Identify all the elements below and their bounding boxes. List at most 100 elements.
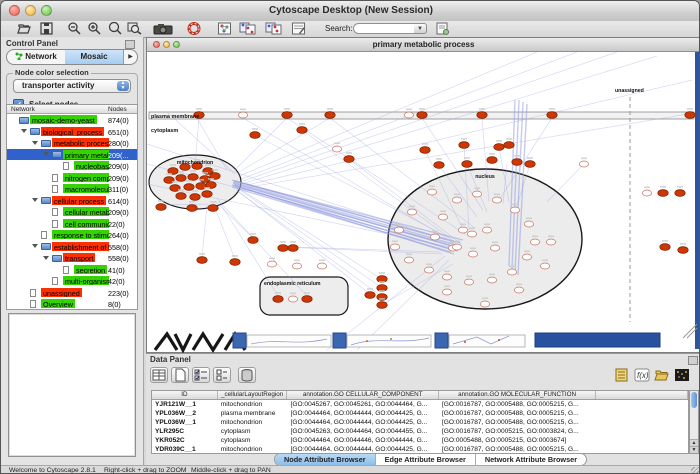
node[interactable] <box>417 112 427 119</box>
table-row[interactable]: YJR121W__1mitochondrion[GO:0045267, GO:0… <box>152 400 688 409</box>
edge[interactable] <box>245 56 657 183</box>
node[interactable] <box>678 247 688 254</box>
view-settings-icon[interactable] <box>217 22 232 35</box>
scroll-up-icon[interactable]: ▲ <box>690 439 698 446</box>
tree-row[interactable]: biological_process651(0) <box>7 126 137 138</box>
node[interactable] <box>282 112 292 119</box>
tree-row[interactable]: cellular metabol209(0) <box>7 206 137 218</box>
edge[interactable] <box>235 118 287 170</box>
node[interactable] <box>332 146 341 152</box>
float-panel-icon[interactable] <box>125 40 135 49</box>
birds-eye-view[interactable] <box>8 313 136 457</box>
select-attributes-button[interactable] <box>150 367 168 383</box>
edge[interactable] <box>215 201 253 238</box>
node[interactable] <box>248 237 258 244</box>
node[interactable] <box>187 205 197 212</box>
node[interactable] <box>184 184 194 191</box>
tree-row[interactable]: unassigned223(0) <box>7 287 137 299</box>
node[interactable] <box>292 263 301 269</box>
node[interactable] <box>288 296 297 302</box>
tree-row[interactable]: multi-organism pro42(0) <box>7 275 137 287</box>
zoom-fit-icon[interactable] <box>107 22 122 35</box>
node[interactable] <box>540 263 549 269</box>
node[interactable] <box>464 279 473 285</box>
tree-row[interactable]: transport558(0) <box>7 252 137 264</box>
node[interactable] <box>512 159 522 166</box>
node[interactable] <box>514 287 523 293</box>
node[interactable] <box>273 296 283 303</box>
node[interactable] <box>238 112 247 118</box>
node[interactable] <box>642 190 651 196</box>
table-row[interactable]: YLR295Ccytoplasm[GO:0045263, GO:0044464,… <box>152 427 688 436</box>
node[interactable] <box>524 221 533 227</box>
zoom-selected-icon[interactable] <box>127 22 142 35</box>
snapshot-icon[interactable] <box>153 22 175 35</box>
select-all-attributes-button[interactable] <box>192 367 210 383</box>
attribute-editor-icon[interactable] <box>614 368 630 382</box>
node[interactable] <box>458 227 467 233</box>
scroll-down-icon[interactable]: ▼ <box>690 446 698 453</box>
node[interactable] <box>459 142 469 149</box>
node[interactable] <box>507 269 516 275</box>
node[interactable] <box>365 292 375 299</box>
node[interactable] <box>579 161 588 167</box>
edit-form-icon[interactable] <box>291 22 306 35</box>
tree-row[interactable]: cell communicat22(0) <box>7 218 137 230</box>
tree-row[interactable]: macromolecule311(0) <box>7 183 137 195</box>
node[interactable] <box>176 175 186 182</box>
column-header[interactable]: annotation.GO MOLECULAR_FUNCTION <box>439 391 596 399</box>
node[interactable] <box>188 174 198 181</box>
node[interactable] <box>522 254 531 260</box>
node[interactable] <box>685 112 695 119</box>
node[interactable] <box>530 239 539 245</box>
tree-expander-icon[interactable] <box>32 198 38 202</box>
node[interactable] <box>278 245 288 252</box>
node[interactable] <box>442 274 451 280</box>
node[interactable] <box>452 197 461 203</box>
node[interactable] <box>230 259 240 266</box>
tab-network[interactable]: Network <box>7 50 65 64</box>
node[interactable] <box>675 190 685 197</box>
open-folder-icon[interactable] <box>17 22 32 35</box>
column-header[interactable] <box>596 391 688 399</box>
node[interactable] <box>176 193 186 200</box>
tab-node-attribute-browser[interactable]: Node Attribute Browser <box>275 454 376 465</box>
tree-expander-icon[interactable] <box>21 129 27 133</box>
node[interactable] <box>492 197 501 203</box>
window-resize-grip-icon[interactable] <box>691 467 700 474</box>
view-minimize-icon[interactable] <box>163 41 170 48</box>
tree-row[interactable]: cellular process614(0) <box>7 195 137 207</box>
table-row[interactable]: YKR052Ccytoplasm[GO:0044464, GO:0044446,… <box>152 436 688 445</box>
node[interactable] <box>434 162 444 169</box>
view-resize-grip-icon[interactable] <box>683 324 697 338</box>
node[interactable] <box>317 263 326 269</box>
node[interactable] <box>202 191 212 198</box>
function-builder-icon[interactable]: f(x) <box>634 368 650 382</box>
node[interactable] <box>438 214 447 220</box>
tree-row[interactable]: metabolic process280(0) <box>7 137 137 149</box>
network-overlay-a-icon[interactable] <box>239 22 257 35</box>
tree-expander-icon[interactable] <box>43 152 49 156</box>
search-input[interactable] <box>353 23 415 34</box>
edge[interactable] <box>239 118 330 172</box>
tab-edge-attribute-browser[interactable]: Edge Attribute Browser <box>376 454 476 465</box>
node[interactable] <box>156 204 166 211</box>
node[interactable] <box>250 132 260 139</box>
node[interactable] <box>420 147 430 154</box>
node[interactable] <box>404 112 413 118</box>
table-scrollbar[interactable]: ▲ ▼ <box>689 390 699 454</box>
node[interactable] <box>190 194 200 201</box>
node[interactable] <box>468 251 477 257</box>
attribute-table[interactable]: ID_cellularLayoutRegionannotation.GO CEL… <box>151 390 689 454</box>
node[interactable] <box>442 289 451 295</box>
edge[interactable] <box>202 205 207 258</box>
node[interactable] <box>482 227 491 233</box>
node[interactable] <box>390 244 399 250</box>
node[interactable] <box>297 127 307 134</box>
tree-expander-icon[interactable] <box>32 141 38 145</box>
tree-expander-icon[interactable] <box>32 244 38 248</box>
node[interactable] <box>660 244 670 251</box>
node[interactable] <box>394 227 403 233</box>
node[interactable] <box>267 261 276 267</box>
node[interactable] <box>494 144 504 151</box>
